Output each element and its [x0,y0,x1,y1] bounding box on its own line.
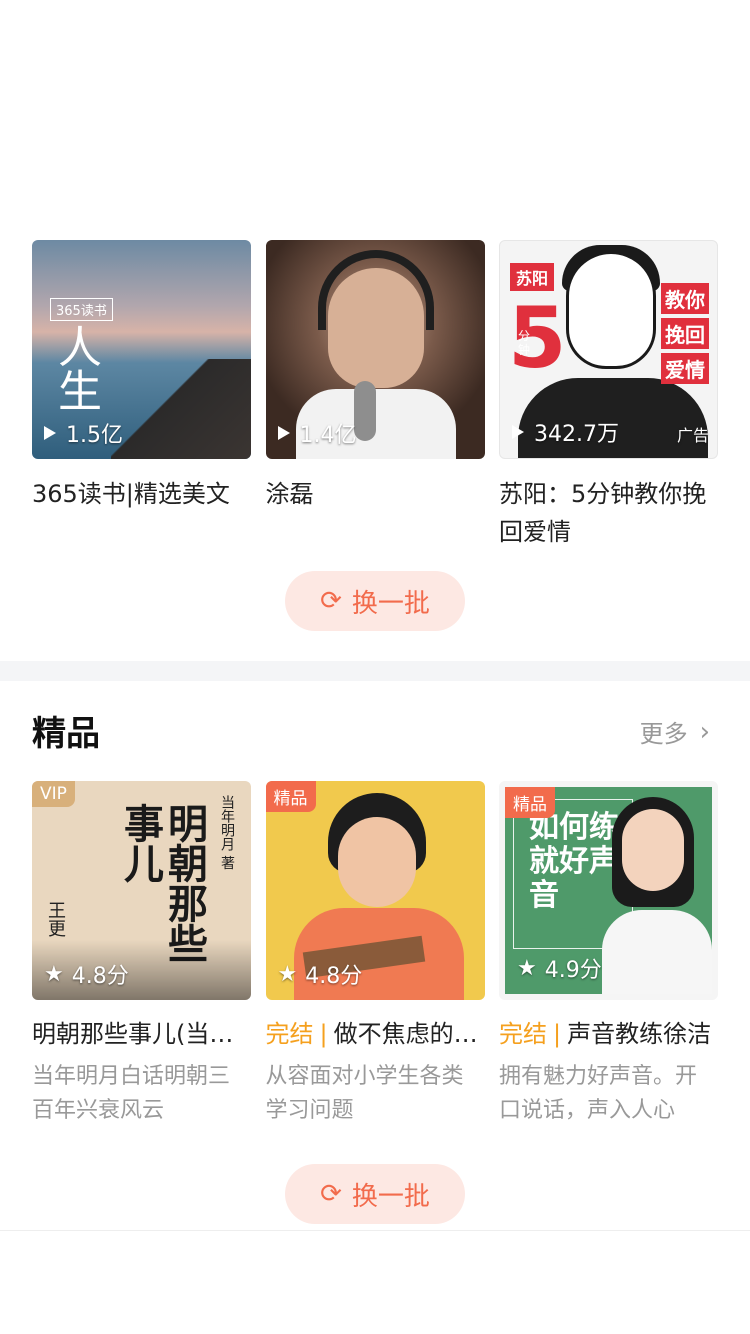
cover-brand: 苏阳 [510,263,555,291]
album-title[interactable]: 苏阳：5分钟教你挽回爱情 [499,475,718,551]
album-title: 声音教练徐洁 [567,1020,712,1048]
refresh-label: 换一批 [351,1181,430,1212]
rating-value: 4.8分 [71,964,129,989]
cover-slogan-line: 挽回 [661,318,709,349]
play-count: 1.4亿 [277,417,357,449]
cover-reader: 王更 [45,901,66,937]
rating: ★ 4.8分 [44,958,129,990]
album-desc: 拥有魅力好声音。开口说话，声入人心 [499,1064,698,1123]
album-card[interactable]: 苏阳 5 分钟 教你 挽回 爱情 342.7万 广告 苏阳：5分钟教你挽回爱情 [499,240,718,551]
premium-badge: 精品 [505,787,555,818]
cover-text: 人生 [50,324,101,412]
vip-badge: VIP [32,781,75,807]
album-cover[interactable]: 如何练就好声音 精品 ★ 4.9分 [499,781,718,1000]
play-count-value: 342.7万 [534,422,619,447]
more-link[interactable]: 更多 › [640,714,710,749]
section-divider [0,661,750,681]
status-tag: 完结 [265,1020,314,1048]
headphones-icon [317,250,434,330]
cover-figure-face [622,809,684,891]
cover-figure-face [566,251,656,369]
play-icon [44,426,56,440]
album-title-row[interactable]: 完结|做不焦虑的父母 [266,1016,485,1052]
bottom-divider [0,1230,750,1231]
album-cover[interactable]: 明朝那些事儿 当年明月 著 王更 VIP ★ 4.8分 [32,781,251,1000]
star-icon: ★ [277,961,298,987]
ad-label: 广告 [676,426,709,445]
cover-cliff [111,359,251,459]
album-title[interactable]: 明朝那些事儿(当年明月白话明朝三百年兴衰风云 [32,1016,251,1052]
star-icon: ★ [517,955,537,981]
play-icon [512,425,524,439]
cover-slogan: 教你 挽回 爱情 [661,283,709,384]
status-separator: | [319,1020,328,1048]
refresh-button[interactable]: ⟳ 换一批 [285,1164,465,1224]
premium-card[interactable]: 明朝那些事儿 当年明月 著 王更 VIP ★ 4.8分 明朝那些事儿(当年明月白… [32,781,251,1128]
cover-slogan-line: 爱情 [661,353,709,384]
more-label: 更多 [639,720,688,748]
rating-value: 4.8分 [305,964,363,989]
premium-grid: 明朝那些事儿 当年明月 著 王更 VIP ★ 4.8分 明朝那些事儿(当年明月白… [32,781,718,1128]
refresh-label: 换一批 [351,588,430,619]
cover-figure-body [602,910,712,994]
play-count: 342.7万 [512,416,619,448]
cover-figure-face [337,817,416,907]
status-separator: | [553,1020,562,1048]
refresh-icon: ⟳ [320,586,342,616]
refresh-button[interactable]: ⟳ 换一批 [285,571,465,631]
play-count-value: 1.5亿 [66,423,123,448]
refresh-icon: ⟳ [320,1179,342,1209]
premium-card[interactable]: 如何练就好声音 精品 ★ 4.9分 完结 | 声音教练徐洁 拥有魅力好声音。开口说话… [499,781,718,1128]
cover-number-unit: 分钟 [518,329,531,357]
rating-value: 4.9分 [544,958,602,983]
premium-badge: 精品 [265,781,316,812]
recommend-grid: 365读书 人生 1.5亿 365读书|精选美文 1.4亿 涂磊 苏阳 5 分钟… [32,240,718,551]
play-icon [277,426,290,440]
album-card[interactable]: 1.4亿 涂磊 [265,240,485,551]
album-card[interactable]: 365读书 人生 1.5亿 365读书|精选美文 [32,240,251,551]
album-desc: 当年明月白话明朝三百年兴衰风云 [32,1064,231,1123]
album-title: 做不焦虑的父母 [333,1020,485,1048]
album-title[interactable]: 365读书|精选美文 [32,475,251,513]
star-icon: ★ [44,961,64,987]
album-title-row[interactable]: 完结 | 声音教练徐洁 [499,1016,718,1052]
cover-brand: 365读书 [50,298,113,321]
status-tag: 完结 [499,1020,547,1048]
cover-title: 如何练就好声音 [529,810,619,913]
rating: ★ 4.8分 [278,958,363,990]
album-cover[interactable]: 苏阳 5 分钟 教你 挽回 爱情 342.7万 广告 [499,240,718,459]
cover-slogan-line: 教你 [661,283,709,314]
album-title[interactable]: 涂磊 [266,475,485,513]
section-title: 精品 [32,714,100,754]
album-cover[interactable]: 365读书 人生 1.5亿 [32,240,251,459]
play-count-value: 1.4亿 [299,423,357,448]
album-cover[interactable]: 精品 ★ 4.8分 [265,781,485,1000]
chevron-right-icon: › [699,716,710,747]
play-count: 1.5亿 [44,417,123,449]
rating: ★ 4.9分 [517,952,602,984]
cover-author: 当年明月 著 [219,795,235,870]
album-desc: 从容面对小学生各类学习问题 [265,1064,464,1123]
album-cover[interactable]: 1.4亿 [265,240,485,459]
premium-card[interactable]: 精品 ★ 4.8分 完结|做不焦虑的父母 从容面对小学生各类学习问题 [265,781,485,1128]
